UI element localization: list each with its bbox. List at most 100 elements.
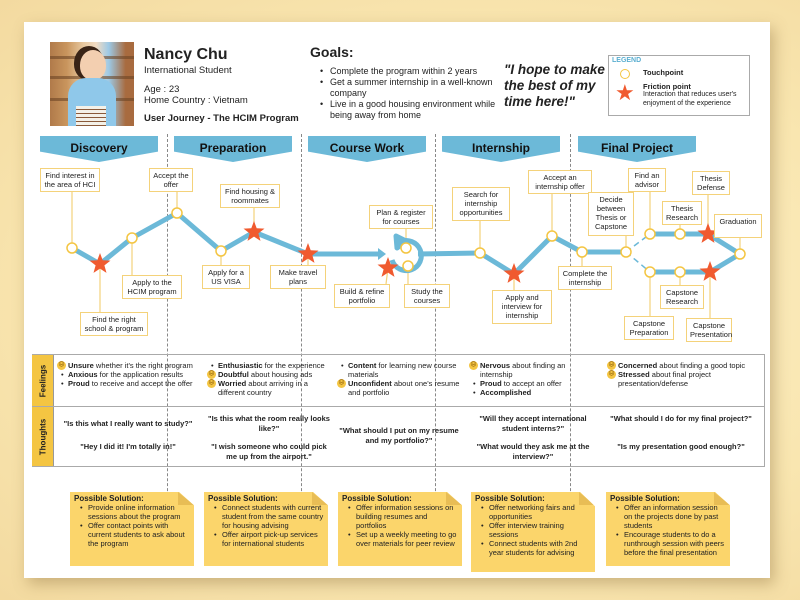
goal-item: Live in a good housing environment while… xyxy=(320,99,500,121)
step-label-box: Apply for a US VISA xyxy=(202,265,250,289)
solution-list: Connect students with current student fr… xyxy=(208,503,324,548)
sad-face-icon: ☹ xyxy=(607,361,616,370)
row-label-feelings: Feelings xyxy=(32,355,54,406)
friction-star-icon xyxy=(377,257,399,277)
feelings-cell: ☹ Concerned about finding a good topic ☹ St… xyxy=(607,361,758,388)
sad-face-icon: ☹ xyxy=(57,361,66,370)
persona-country: Home Country : Vietnam xyxy=(144,95,248,106)
feeling-item: Anxious for the application results xyxy=(58,370,198,379)
journey-path-capstone-branch xyxy=(650,251,742,275)
phase-header-final-project: Final Project xyxy=(578,136,696,162)
touchpoint-circle-icon xyxy=(126,232,138,244)
journey-path-dashed-capstone xyxy=(625,251,651,273)
feeling-item: Proud to accept an offer xyxy=(470,379,600,388)
step-label-box: Apply and interview for internship xyxy=(492,290,552,324)
feeling-emotion: Proud xyxy=(68,379,90,388)
legend-title: LEGEND xyxy=(612,57,642,64)
sad-face-icon: ☹ xyxy=(207,370,216,379)
solution-item: Offer interview training sessions xyxy=(481,521,591,539)
touchpoint-circle-icon xyxy=(644,228,656,240)
thought-quote: "Is my presentation good enough?" xyxy=(617,442,745,451)
solution-title: Possible Solution: xyxy=(475,494,545,503)
feelings-label: Feelings xyxy=(38,364,47,397)
feelings-cell: Content for learning new course material… xyxy=(337,361,464,397)
journey-title: User Journey - The HCIM Program xyxy=(144,113,299,124)
feeling-detail: whether it's the right program xyxy=(93,361,193,370)
touchpoint-circle-icon xyxy=(402,260,414,272)
feeling-item: ☹ Unconfident about one's resume and port… xyxy=(337,379,464,397)
step-label-box: Capstone Preparation xyxy=(624,316,674,340)
touchpoint-circle-icon xyxy=(66,242,78,254)
legend-friction-label: Friction point xyxy=(643,82,691,91)
feeling-item: ☹ Doubtful about housing ads xyxy=(207,370,334,379)
goals-heading: Goals: xyxy=(310,44,354,60)
solution-list: Offer information sessions on building r… xyxy=(342,503,458,548)
step-leader-line xyxy=(385,267,389,285)
phase-header-internship: Internship xyxy=(442,136,560,162)
persona-role: International Student xyxy=(144,65,232,76)
table-border xyxy=(32,354,764,355)
feeling-item: ☹ Unsure whether it's the right program xyxy=(57,361,198,370)
feeling-emotion: Enthusiastic xyxy=(218,361,263,370)
possible-solution-note: Possible Solution:Connect students with … xyxy=(204,492,328,566)
solution-title: Possible Solution: xyxy=(610,494,680,503)
feeling-item: ☹ Stressed about final project presentati… xyxy=(607,370,758,388)
solution-item: Offer an information session on the proj… xyxy=(616,503,726,530)
thought-quote: "Is this what the room really looks like… xyxy=(208,414,330,433)
legend-touchpoint-label: Touchpoint xyxy=(643,68,684,77)
table-border xyxy=(764,354,765,467)
touchpoint-circle-icon xyxy=(546,230,558,242)
persona-photo xyxy=(50,42,134,126)
step-label-box: Graduation xyxy=(714,214,762,238)
feeling-detail: for the application results xyxy=(97,370,184,379)
solution-list: Offer networking fairs and opportunities… xyxy=(475,503,591,557)
step-label-box: Make travel plans xyxy=(270,265,326,289)
thought-quote: "What should I do for my final project?" xyxy=(610,414,752,423)
thought-quote: "Is this what I really want to study?" xyxy=(63,419,193,428)
step-label-box: Complete the internship xyxy=(558,266,612,290)
possible-solution-note: Possible Solution:Offer an information s… xyxy=(606,492,730,566)
feeling-item: Enthusiastic for the experience xyxy=(208,361,334,370)
sad-face-icon: ☹ xyxy=(607,370,616,379)
feelings-cell: ☹Unsure whether it's the right programAn… xyxy=(57,361,198,388)
step-label-box: Build & refine portfolio xyxy=(334,284,390,308)
friction-star-icon xyxy=(243,221,265,241)
thought-quote: "What should I put on my resume and my p… xyxy=(339,426,459,445)
coursework-cycle-loop xyxy=(389,238,424,274)
solution-item: Connect students with current student fr… xyxy=(214,503,324,530)
friction-star-icon: ★ xyxy=(615,80,635,105)
goals-list: Complete the program within 2 years Get … xyxy=(320,66,500,121)
solution-title: Possible Solution: xyxy=(208,494,278,503)
touchpoint-circle-icon xyxy=(620,246,632,258)
thought-quote: "I wish someone who could pick me up fro… xyxy=(211,442,327,461)
step-label-box: Thesis Defense xyxy=(692,171,730,195)
feeling-emotion: Proud xyxy=(480,379,502,388)
possible-solution-note: Possible Solution:Offer information sess… xyxy=(338,492,462,566)
possible-solution-note: Possible Solution:Offer networking fairs… xyxy=(471,492,595,572)
feeling-item: Accomplished xyxy=(470,388,600,397)
feeling-emotion: Nervous xyxy=(480,361,511,370)
step-label-box: Find an advisor xyxy=(628,168,666,192)
step-label-box: Find interest in the area of HCI xyxy=(40,168,100,192)
loop-arrow-head-icon xyxy=(393,233,409,251)
step-label-box: Apply to the HCIM program xyxy=(122,275,182,299)
persona-age: Age : 23 xyxy=(144,84,180,95)
goal-item: Complete the program within 2 years xyxy=(320,66,500,77)
feeling-detail: about housing ads xyxy=(248,370,313,379)
sad-face-icon: ☹ xyxy=(207,379,216,388)
feeling-item: Proud to receive and accept the offer xyxy=(58,379,198,388)
feeling-item: ☹ Nervous about finding an internship xyxy=(469,361,600,379)
friction-star-icon xyxy=(503,263,525,283)
feeling-emotion: Stressed xyxy=(618,370,650,379)
touchpoint-circle-icon xyxy=(674,228,686,240)
feeling-item: ☹ Worried about arriving in a different c… xyxy=(207,379,334,397)
phase-header-course-work: Course Work xyxy=(308,136,426,162)
touchpoint-circle-icon xyxy=(644,266,656,278)
step-label-box: Thesis Research xyxy=(662,201,702,225)
friction-star-icon xyxy=(89,253,111,273)
solution-item: Connect students with 2nd year students … xyxy=(481,539,591,557)
solution-list: Offer an information session on the proj… xyxy=(610,503,726,557)
persona-name: Nancy Chu xyxy=(144,46,228,63)
step-label-box: Search for internship opportunities xyxy=(452,187,510,221)
touchpoint-circle-icon xyxy=(474,247,486,259)
